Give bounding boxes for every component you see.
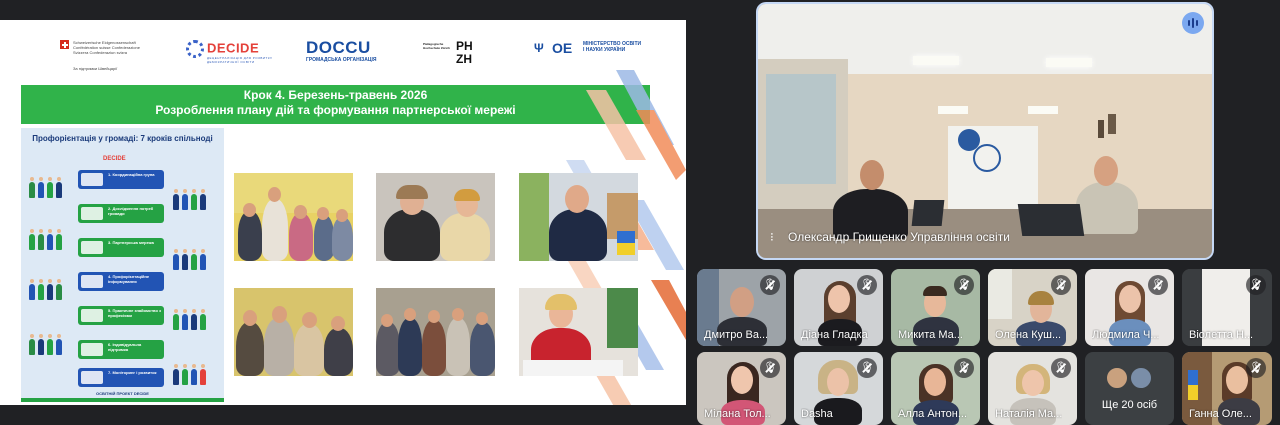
poster-title: Профорієнтація у громаді: 7 кроків спіль…	[32, 134, 213, 143]
participant-name: Мілана Тол...	[704, 408, 771, 420]
more-options-icon[interactable]: ⁝	[770, 230, 774, 244]
mic-muted-icon: 🎙	[1148, 275, 1168, 295]
participant-name: Ганна Оле...	[1189, 408, 1252, 420]
poster-step: 1. Координаційна група	[78, 170, 164, 189]
practice-icon	[81, 309, 103, 322]
poster-people-illustration	[27, 278, 67, 300]
participant-tile[interactable]: 🎙 Мілана Тол...	[697, 352, 786, 425]
participant-tile[interactable]: 🎙 Дмитро Ва...	[697, 269, 786, 346]
event-photo	[519, 173, 638, 261]
coordination-icon	[81, 173, 103, 186]
event-photo	[234, 173, 353, 261]
school-emblem-icon	[973, 144, 1001, 172]
laptop	[1017, 204, 1085, 236]
participant-tile[interactable]: 🎙 Ганна Оле...	[1182, 352, 1272, 425]
poster-people-illustration	[27, 228, 67, 250]
meet-window: Schweizerische Eidgenossenschaft Confédé…	[0, 0, 1280, 425]
mic-muted-icon: 🎙	[857, 275, 877, 295]
window	[766, 74, 836, 184]
participant-name: Людмила Ч...	[1092, 329, 1160, 341]
participant-tile[interactable]: 🎙 Діана Гладка	[794, 269, 883, 346]
ceiling-light	[1046, 58, 1092, 67]
more-participants-label: Ще 20 осіб	[1101, 399, 1158, 411]
swiss-flag-icon	[60, 40, 69, 49]
participant-avatars-stack	[1103, 366, 1163, 394]
slide-title-banner: Крок 4. Березень-травень 2026 Розробленн…	[21, 85, 650, 124]
laptop	[911, 200, 945, 226]
mic-muted-icon: 🎙	[1051, 358, 1071, 378]
ceiling-light	[938, 106, 968, 114]
poster-step: 7. Моніторинг і розвиток	[78, 368, 164, 387]
participant-tile[interactable]: 🎙 Людмила Ч...	[1085, 269, 1174, 346]
more-participants-tile[interactable]: Ще 20 осіб	[1085, 352, 1174, 425]
event-photo	[376, 288, 495, 376]
audio-level-indicator	[1182, 12, 1204, 34]
participant-tile[interactable]: 🎙 Наталія Ма...	[988, 352, 1077, 425]
decide-circle-icon	[186, 40, 204, 58]
avatar	[1105, 366, 1129, 390]
poster-people-illustration	[27, 333, 67, 355]
mic-muted-icon: 🎙	[1051, 275, 1071, 295]
participant-tile[interactable]: 🎙 Алла Антон...	[891, 352, 980, 425]
event-photo	[234, 288, 353, 376]
poster-people-illustration	[171, 363, 211, 385]
participant-tile[interactable]: 🎙 Dasha	[794, 352, 883, 425]
participant-name: Дмитро Ва...	[704, 329, 769, 341]
poster-people-illustration	[27, 176, 67, 198]
mic-muted-icon: 🎙	[760, 358, 780, 378]
poster-footer: ОСВІТНІЙ ПРОЕКТ DECIDE	[96, 391, 149, 396]
mic-muted-icon: 🎙	[1246, 275, 1266, 295]
poster-step: 4. Профорієнтаційне інформування	[78, 272, 164, 291]
participant-name: Микита Ма...	[898, 329, 963, 341]
phzh-logo: Pädagogische Hochschule Zürich PH ZH	[423, 39, 473, 66]
presentation-slide[interactable]: Schweizerische Eidgenossenschaft Confédé…	[0, 20, 686, 405]
poster-step: 3. Партнерська мережа	[78, 238, 164, 257]
ceiling-light	[913, 56, 959, 65]
information-icon	[81, 275, 103, 288]
participant-name: Олена Куш...	[995, 329, 1062, 341]
participant-name: Алла Антон...	[898, 408, 968, 420]
research-icon	[81, 207, 103, 220]
main-speaker-tile[interactable]: ⁝ Олександр Грищенко Управління освіти	[756, 2, 1214, 260]
partners-icon	[81, 241, 103, 254]
infographic-poster: Профорієнтація у громаді: 7 кроків спіль…	[21, 128, 224, 402]
poster-ground-stripe	[21, 398, 224, 402]
participant-name: Dasha	[801, 408, 833, 420]
participant-name: Віолетта Н...	[1189, 329, 1254, 341]
participant-name: Наталія Ма...	[995, 408, 1063, 420]
participant-tile[interactable]: 🎙 Микита Ма...	[891, 269, 980, 346]
poster-people-illustration	[171, 188, 211, 210]
event-photo	[376, 173, 495, 261]
slide-step-subtitle: Розроблення плану дій та формування парт…	[155, 103, 516, 117]
trident-icon: Ψ	[534, 41, 544, 55]
ceiling-light	[1028, 106, 1058, 114]
mic-muted-icon: 🎙	[857, 358, 877, 378]
mic-muted-icon: 🎙	[954, 275, 974, 295]
support-icon	[81, 343, 103, 356]
participant-name: Діана Гладка	[801, 329, 868, 341]
avatar	[1129, 366, 1153, 390]
poster-people-illustration	[171, 308, 211, 330]
poster-step: 5. Практичне знайомство з професіями	[78, 306, 164, 325]
decide-logo: DECIDE ДЕЦЕНТРАЛІЗАЦІЯ ДЛЯ РОЗВИТКУ ДЕМО…	[186, 40, 272, 64]
slide-step-title: Крок 4. Березень-травень 2026	[243, 88, 428, 102]
mic-muted-icon: 🎙	[1246, 358, 1266, 378]
poster-step: 2. Дослідження потреб громади	[78, 204, 164, 223]
poster-step: 6. Індивідуальна підтримка	[78, 340, 164, 359]
event-photo	[519, 288, 638, 376]
mic-muted-icon: 🎙	[760, 275, 780, 295]
participant-tile[interactable]: 🎙 Віолетта Н...	[1182, 269, 1272, 346]
mic-muted-icon: 🎙	[954, 358, 974, 378]
participant-name: Олександр Грищенко Управління освіти	[788, 230, 1010, 244]
monitoring-icon	[81, 371, 103, 384]
poster-decide-logo: DECIDE	[103, 156, 126, 162]
participant-tile[interactable]: 🎙 Олена Куш...	[988, 269, 1077, 346]
poster-people-illustration	[171, 248, 211, 270]
doccu-logo: DOCCU ГРОМАДСЬКА ОРГАНІЗАЦІЯ	[306, 38, 377, 63]
